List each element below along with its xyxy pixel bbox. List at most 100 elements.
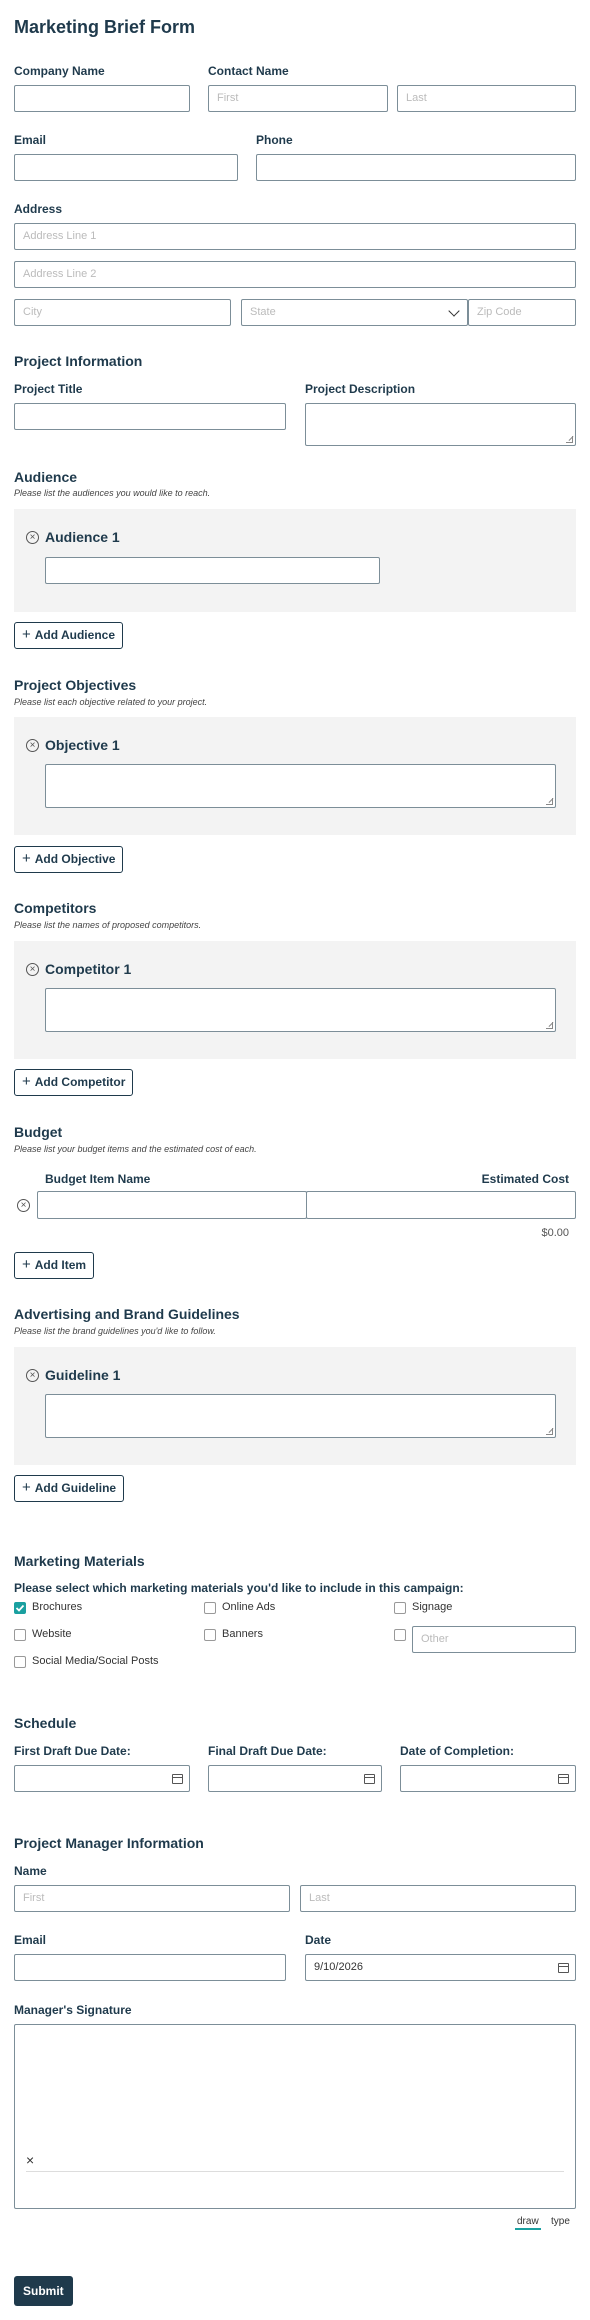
label-social-media: Social Media/Social Posts <box>32 1655 159 1667</box>
address-line2-input[interactable]: Address Line 2 <box>14 261 576 288</box>
remove-competitor-icon[interactable]: × <box>26 963 39 976</box>
add-audience-button[interactable]: + Add Audience <box>14 622 123 649</box>
remove-guideline-icon[interactable]: × <box>26 1369 39 1382</box>
budget-item-name-header: Budget Item Name <box>45 1172 151 1186</box>
checkbox-brochures[interactable] <box>14 1602 26 1614</box>
email-input[interactable] <box>14 154 238 181</box>
competitor-item-title: Competitor 1 <box>45 961 132 977</box>
guidelines-heading: Advertising and Brand Guidelines <box>14 1306 240 1322</box>
guideline-item-title: Guideline 1 <box>45 1367 121 1383</box>
phone-input[interactable] <box>256 154 576 181</box>
estimated-cost-input[interactable] <box>306 1191 576 1219</box>
objectives-subtitle: Please list each objective related to yo… <box>14 697 208 707</box>
contact-name-label: Contact Name <box>208 64 289 78</box>
remove-budget-item-icon[interactable]: × <box>17 1199 30 1212</box>
state-placeholder: State <box>250 306 276 318</box>
budget-item-name-input[interactable] <box>37 1191 307 1219</box>
label-online-ads: Online Ads <box>222 1601 276 1613</box>
checkbox-online-ads[interactable] <box>204 1602 216 1614</box>
add-objective-button[interactable]: + Add Objective <box>14 846 124 873</box>
label-signage: Signage <box>412 1601 453 1613</box>
guidelines-subtitle: Please list the brand guidelines you'd l… <box>14 1326 216 1336</box>
budget-subtitle: Please list your budget items and the es… <box>14 1144 257 1154</box>
contact-first-input[interactable]: First <box>208 85 388 112</box>
manager-date-label: Date <box>305 1933 332 1947</box>
calendar-icon[interactable] <box>558 1963 569 1973</box>
signature-tab-type[interactable]: type <box>551 2216 570 2227</box>
signature-label: Manager's Signature <box>14 2003 132 2017</box>
audience-item-title: Audience 1 <box>45 529 120 545</box>
resize-grip-icon[interactable] <box>546 1022 553 1029</box>
add-item-label: Add Item <box>34 1258 87 1272</box>
checkbox-other[interactable] <box>394 1629 406 1641</box>
checkbox-website[interactable] <box>14 1629 26 1641</box>
zip-input[interactable]: Zip Code <box>468 299 576 326</box>
resize-grip-icon[interactable] <box>566 436 573 443</box>
other-input[interactable]: Other <box>412 1626 576 1653</box>
manager-date-input[interactable]: 9/10/2026 <box>305 1954 576 1981</box>
project-title-input[interactable] <box>14 403 286 430</box>
budget-total: $0.00 <box>541 1227 569 1239</box>
guideline-textarea[interactable] <box>45 1394 556 1438</box>
resize-grip-icon[interactable] <box>546 1428 553 1435</box>
project-title-label: Project Title <box>14 382 83 396</box>
materials-prompt: Please select which marketing materials … <box>14 1581 464 1595</box>
project-info-heading: Project Information <box>14 353 143 369</box>
manager-heading: Project Manager Information <box>14 1835 204 1851</box>
signature-tab-draw[interactable]: draw <box>515 2216 541 2230</box>
remove-audience-icon[interactable]: × <box>26 531 39 544</box>
state-select[interactable]: State <box>241 299 468 326</box>
resize-grip-icon[interactable] <box>546 798 553 805</box>
signature-x-mark: × <box>26 2152 35 2168</box>
audience-panel: × Audience 1 <box>14 509 576 612</box>
project-description-textarea[interactable] <box>305 403 576 446</box>
signature-pad[interactable]: × <box>14 2024 576 2209</box>
checkbox-social-media[interactable] <box>14 1656 26 1668</box>
label-website: Website <box>32 1628 72 1640</box>
add-objective-label: Add Objective <box>34 852 116 866</box>
add-competitor-button[interactable]: + Add Competitor <box>14 1069 134 1096</box>
competitors-panel: × Competitor 1 <box>14 941 576 1059</box>
manager-first-input[interactable]: First <box>14 1885 290 1912</box>
audience-input[interactable] <box>45 557 380 584</box>
company-name-input[interactable] <box>14 85 190 112</box>
manager-email-label: Email <box>14 1933 47 1947</box>
objective-textarea[interactable] <box>45 764 556 808</box>
calendar-icon[interactable] <box>172 1774 183 1784</box>
city-input[interactable]: City <box>14 299 231 326</box>
checkbox-banners[interactable] <box>204 1629 216 1641</box>
completion-date-input[interactable] <box>400 1765 576 1792</box>
address-label: Address <box>14 202 63 216</box>
company-name-label: Company Name <box>14 64 105 78</box>
address-line1-input[interactable]: Address Line 1 <box>14 223 576 250</box>
objective-item-title: Objective 1 <box>45 737 120 753</box>
form-title: Marketing Brief Form <box>14 17 196 37</box>
final-draft-date-input[interactable] <box>208 1765 382 1792</box>
plus-icon: + <box>22 850 31 867</box>
final-draft-label: Final Draft Due Date: <box>208 1744 327 1758</box>
project-description-label: Project Description <box>305 382 416 396</box>
chevron-down-icon <box>448 305 460 317</box>
email-label: Email <box>14 133 47 147</box>
add-item-button[interactable]: + Add Item <box>14 1252 95 1279</box>
competitors-heading: Competitors <box>14 900 97 916</box>
competitor-textarea[interactable] <box>45 988 556 1032</box>
submit-button[interactable]: Submit <box>14 2276 73 2306</box>
checkmark-icon <box>15 1604 25 1612</box>
plus-icon: + <box>22 626 31 643</box>
objectives-heading: Project Objectives <box>14 677 137 693</box>
calendar-icon[interactable] <box>364 1774 375 1784</box>
add-guideline-button[interactable]: + Add Guideline <box>14 1475 125 1502</box>
manager-name-label: Name <box>14 1864 47 1878</box>
label-banners: Banners <box>222 1628 263 1640</box>
manager-last-input[interactable]: Last <box>300 1885 576 1912</box>
calendar-icon[interactable] <box>558 1774 569 1784</box>
add-guideline-label: Add Guideline <box>34 1481 117 1495</box>
add-audience-label: Add Audience <box>34 628 115 642</box>
first-draft-date-input[interactable] <box>14 1765 190 1792</box>
remove-objective-icon[interactable]: × <box>26 739 39 752</box>
contact-last-input[interactable]: Last <box>397 85 576 112</box>
manager-email-input[interactable] <box>14 1954 286 1981</box>
checkbox-signage[interactable] <box>394 1602 406 1614</box>
completion-label: Date of Completion: <box>400 1744 514 1758</box>
